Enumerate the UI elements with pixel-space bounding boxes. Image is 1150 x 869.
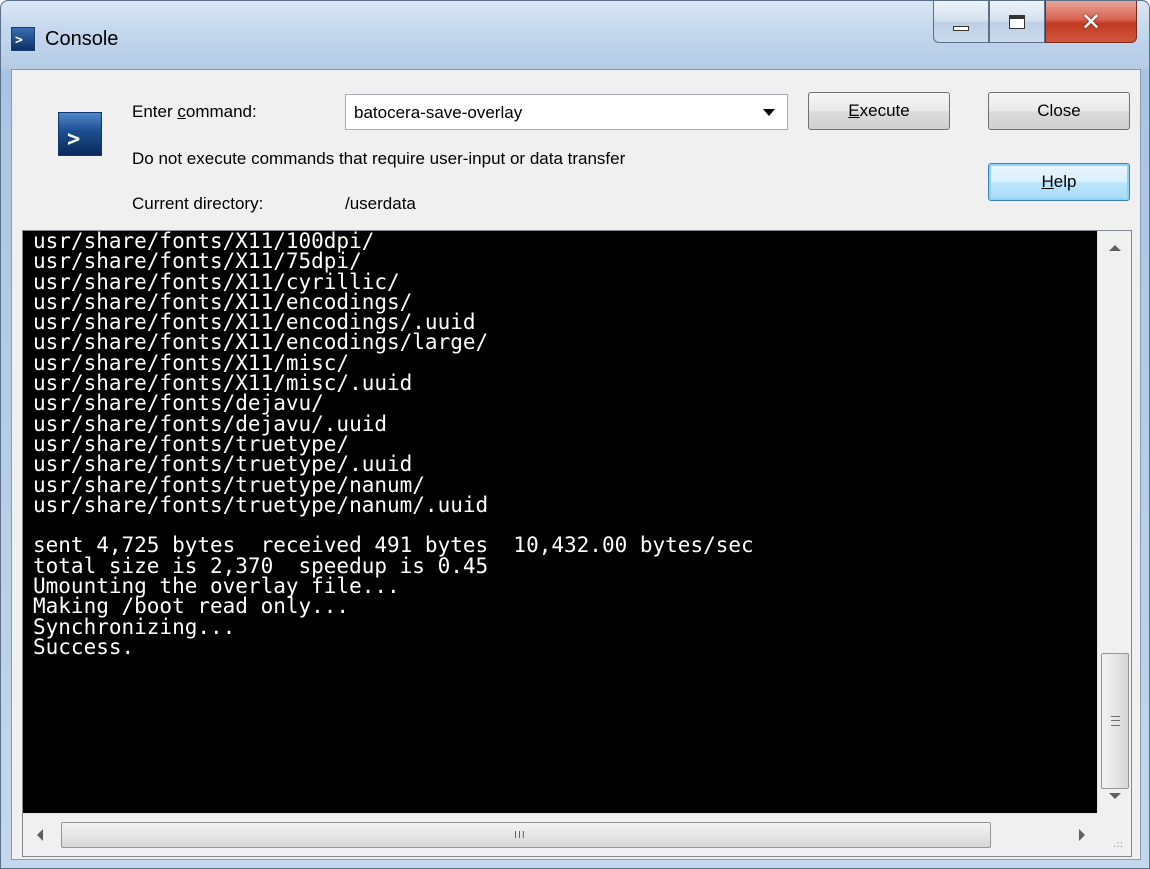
close-button[interactable]: Close [988, 92, 1130, 130]
chevron-down-icon[interactable] [763, 109, 775, 116]
command-combobox[interactable]: batocera-save-overlay [345, 94, 788, 130]
help-button[interactable]: Help [988, 163, 1130, 201]
vertical-scroll-thumb[interactable] [1101, 653, 1129, 789]
execute-button[interactable]: Execute [808, 92, 950, 130]
console-line: usr/share/fonts/dejavu/ [33, 391, 324, 416]
console-line: total size is 2,370 speedup is 0.45 [33, 553, 489, 578]
console-line: usr/share/fonts/X11/misc/ [33, 350, 350, 375]
title-bar[interactable]: > Console ✕ [1, 1, 1149, 69]
maximize-button[interactable] [989, 1, 1045, 43]
console-prompt-icon: > [11, 27, 35, 51]
console-dialog-body: > Enter command: batocera-save-overlay E… [11, 69, 1141, 860]
console-line: usr/share/fonts/truetype/nanum/ [33, 472, 425, 497]
size-grip[interactable]: .:: [1097, 813, 1131, 856]
directory-label: Current directory: [132, 194, 264, 213]
console-line: usr/share/fonts/truetype/nanum/.uuid [33, 492, 489, 517]
scroll-left-icon[interactable] [37, 829, 43, 841]
window-title: Console [45, 28, 119, 50]
scroll-up-icon[interactable] [1109, 245, 1121, 251]
close-icon: ✕ [1080, 7, 1102, 36]
console-window: > Console ✕ > Enter command: batocera-sa… [0, 0, 1150, 869]
console-prompt-icon: > [58, 112, 102, 156]
console-line: usr/share/fonts/X11/misc/.uuid [33, 371, 413, 396]
console-line: usr/share/fonts/truetype/.uuid [33, 452, 413, 477]
close-window-button[interactable]: ✕ [1045, 1, 1137, 43]
console-line: usr/share/fonts/dejavu/.uuid [33, 411, 388, 436]
scroll-right-icon[interactable] [1079, 829, 1085, 841]
console-line: usr/share/fonts/X11/100dpi/ [33, 231, 375, 253]
console-output-area[interactable]: usr/share/fonts/X11/100dpi/usr/share/fon… [22, 230, 1132, 857]
console-line: usr/share/fonts/X11/encodings/large/ [33, 330, 489, 355]
grip-icon: III [514, 830, 526, 841]
console-line: usr/share/fonts/truetype/ [33, 431, 350, 456]
console-line: usr/share/fonts/X11/encodings/ [33, 289, 413, 314]
grip-icon [1111, 716, 1120, 726]
horizontal-scrollbar[interactable]: III [23, 813, 1099, 856]
command-input[interactable]: batocera-save-overlay [354, 103, 522, 123]
console-line: Synchronizing... [33, 614, 236, 639]
maximize-icon [1009, 14, 1025, 29]
console-line: Umounting the overlay file... [33, 574, 400, 599]
minimize-button[interactable] [933, 1, 989, 43]
horizontal-scroll-thumb[interactable]: III [61, 822, 991, 848]
console-line: Making /boot read only... [33, 594, 350, 619]
console-line: usr/share/fonts/X11/encodings/.uuid [33, 310, 476, 335]
scroll-down-icon[interactable] [1109, 793, 1121, 799]
minimize-icon [953, 26, 969, 31]
console-line: usr/share/fonts/X11/75dpi/ [33, 249, 362, 274]
vertical-scrollbar[interactable] [1097, 231, 1131, 813]
directory-value: /userdata [345, 194, 416, 213]
command-label: Enter command: [132, 102, 257, 121]
resize-grip-icon: .:: [1113, 839, 1123, 850]
warning-text: Do not execute commands that require use… [132, 149, 626, 168]
console-line: usr/share/fonts/X11/cyrillic/ [33, 269, 400, 294]
caption-buttons: ✕ [933, 1, 1137, 43]
console-line: sent 4,725 bytes received 491 bytes 10,4… [33, 533, 754, 558]
console-line: Success. [33, 634, 135, 659]
console-output-text: usr/share/fonts/X11/100dpi/usr/share/fon… [33, 231, 1083, 813]
